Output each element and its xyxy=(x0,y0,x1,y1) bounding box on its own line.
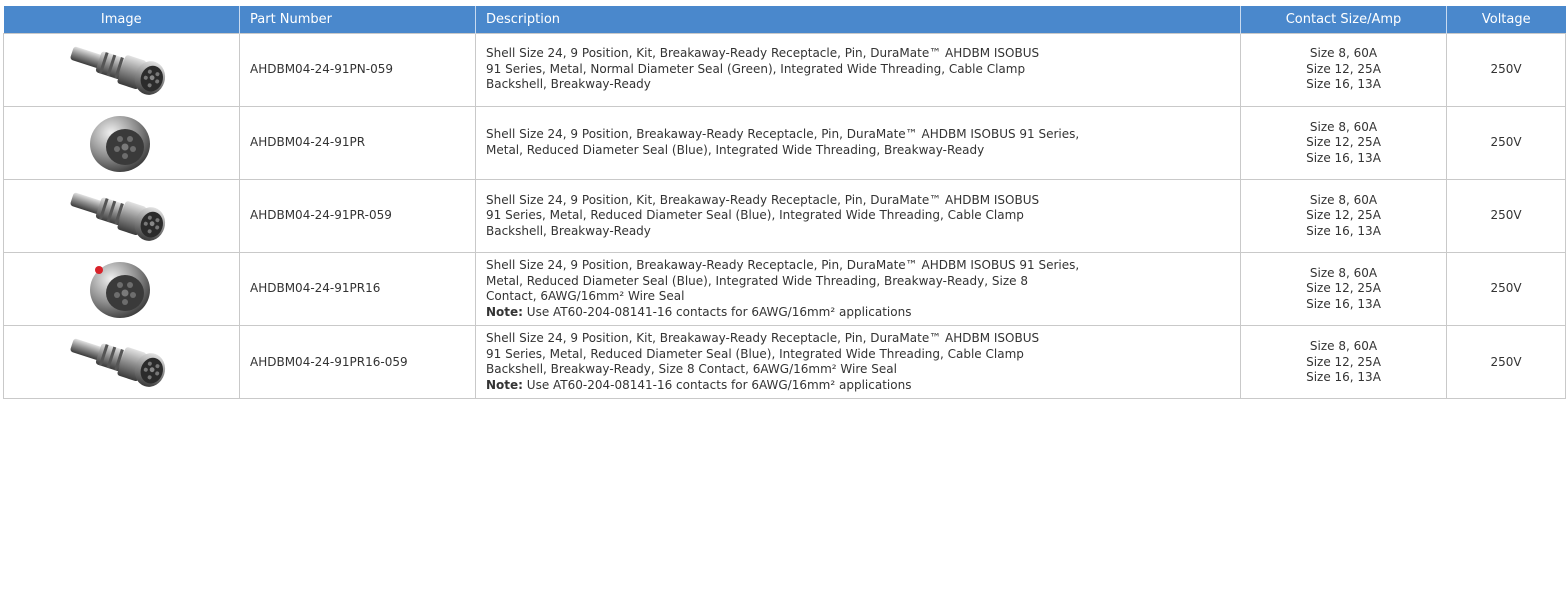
table-row: AHDBM04-24-91PR Shell Size 24, 9 Positio… xyxy=(3,105,1566,180)
table-header-row: Image Part Number Description Contact Si… xyxy=(3,6,1566,33)
column-header-description: Description xyxy=(475,6,1241,33)
description-line-3: Backshell, Breakway-Ready, Size 8 Contac… xyxy=(486,362,897,377)
description-line-3: Backshell, Breakway-Ready xyxy=(486,77,651,92)
part-number-cell[interactable]: AHDBM04-24-91PR xyxy=(239,105,476,180)
voltage-cell: 250V xyxy=(1446,105,1566,180)
note-label: Note: xyxy=(486,304,523,319)
product-image-cell[interactable] xyxy=(3,105,240,180)
contact-size-line-1: Size 8, 60A xyxy=(1309,46,1378,61)
voltage-value: 250V xyxy=(1490,354,1522,369)
part-number[interactable]: AHDBM04-24-91PN-059 xyxy=(250,62,393,76)
contact-size-amp-cell: Size 8, 60A Size 12, 25A Size 16, 13A xyxy=(1240,252,1447,327)
contact-size-line-3: Size 16, 13A xyxy=(1306,296,1381,311)
product-image-cell[interactable] xyxy=(3,252,240,327)
description-line-2: Metal, Reduced Diameter Seal (Blue), Int… xyxy=(486,273,1028,288)
voltage-cell: 250V xyxy=(1446,32,1566,107)
product-table: Image Part Number Description Contact Si… xyxy=(3,6,1566,400)
connector-receptacle-with-backshell-icon[interactable] xyxy=(63,184,181,248)
contact-size-line-1: Size 8, 60A xyxy=(1309,339,1378,354)
note-label: Note: xyxy=(486,377,523,392)
table-row: AHDBM04-24-91PR-059 Shell Size 24, 9 Pos… xyxy=(3,178,1566,254)
column-header-image: Image xyxy=(3,6,240,33)
contact-size-line-3: Size 16, 13A xyxy=(1306,77,1381,92)
part-number-cell[interactable]: AHDBM04-24-91PN-059 xyxy=(239,32,476,107)
description-line-1: Shell Size 24, 9 Position, Kit, Breakawa… xyxy=(486,331,1040,346)
description-line-2: 91 Series, Metal, Reduced Diameter Seal … xyxy=(486,346,1024,361)
contact-size-line-2: Size 12, 25A xyxy=(1306,135,1381,150)
column-header-voltage: Voltage xyxy=(1446,6,1566,33)
voltage-value: 250V xyxy=(1490,135,1522,150)
contact-size-amp-cell: Size 8, 60A Size 12, 25A Size 16, 13A xyxy=(1240,178,1447,254)
contact-size-amp-cell: Size 8, 60A Size 12, 25A Size 16, 13A xyxy=(1240,32,1447,107)
part-number-cell[interactable]: AHDBM04-24-91PR16-059 xyxy=(239,325,476,400)
contact-size-line-1: Size 8, 60A xyxy=(1309,119,1378,134)
description-line-2: 91 Series, Metal, Reduced Diameter Seal … xyxy=(486,208,1024,223)
contact-size-line-3: Size 16, 13A xyxy=(1306,223,1381,238)
description-line-1: Shell Size 24, 9 Position, Kit, Breakawa… xyxy=(486,192,1040,207)
description-cell: Shell Size 24, 9 Position, Kit, Breakawa… xyxy=(475,325,1241,400)
part-number[interactable]: AHDBM04-24-91PR16 xyxy=(250,281,380,295)
note-text: Use AT60-204-08141-16 contacts for 6AWG/… xyxy=(522,377,912,392)
voltage-cell: 250V xyxy=(1446,252,1566,327)
description-line-2: 91 Series, Metal, Normal Diameter Seal (… xyxy=(486,61,1026,76)
description-cell: Shell Size 24, 9 Position, Kit, Breakawa… xyxy=(475,178,1241,254)
connector-receptacle-with-backshell-icon[interactable] xyxy=(63,330,181,394)
table-row: AHDBM04-24-91PR16-059 Shell Size 24, 9 P… xyxy=(3,325,1566,400)
product-image-cell[interactable] xyxy=(3,178,240,254)
contact-size-line-3: Size 16, 13A xyxy=(1306,370,1381,385)
part-number[interactable]: AHDBM04-24-91PR-059 xyxy=(250,208,392,222)
description-line-1: Shell Size 24, 9 Position, Breakaway-Rea… xyxy=(486,258,1080,273)
contact-size-line-2: Size 12, 25A xyxy=(1306,281,1381,296)
description-note: Note: Use AT60-204-08141-16 contacts for… xyxy=(486,305,1230,321)
contact-size-line-2: Size 12, 25A xyxy=(1306,208,1381,223)
description-note: Note: Use AT60-204-08141-16 contacts for… xyxy=(486,378,1230,394)
column-header-contact-size-amp: Contact Size/Amp xyxy=(1240,6,1447,33)
part-number-cell[interactable]: AHDBM04-24-91PR-059 xyxy=(239,178,476,254)
connector-receptacle-red-marker-icon[interactable] xyxy=(82,256,162,322)
description-line-2: Metal, Reduced Diameter Seal (Blue), Int… xyxy=(486,142,985,157)
voltage-value: 250V xyxy=(1490,208,1522,223)
contact-size-line-1: Size 8, 60A xyxy=(1309,265,1378,280)
contact-size-amp-cell: Size 8, 60A Size 12, 25A Size 16, 13A xyxy=(1240,325,1447,400)
column-header-part-number: Part Number xyxy=(239,6,476,33)
description-cell: Shell Size 24, 9 Position, Kit, Breakawa… xyxy=(475,32,1241,107)
connector-receptacle-icon[interactable] xyxy=(82,110,162,176)
product-image-cell[interactable] xyxy=(3,32,240,107)
part-number[interactable]: AHDBM04-24-91PR xyxy=(250,135,365,149)
contact-size-line-1: Size 8, 60A xyxy=(1309,192,1378,207)
description-line-3: Backshell, Breakway-Ready xyxy=(486,223,651,238)
part-number[interactable]: AHDBM04-24-91PR16-059 xyxy=(250,355,408,369)
note-text: Use AT60-204-08141-16 contacts for 6AWG/… xyxy=(522,304,912,319)
description-line-3: Contact, 6AWG/16mm² Wire Seal xyxy=(486,289,685,304)
contact-size-line-2: Size 12, 25A xyxy=(1306,61,1381,76)
part-number-cell[interactable]: AHDBM04-24-91PR16 xyxy=(239,252,476,327)
description-cell: Shell Size 24, 9 Position, Breakaway-Rea… xyxy=(475,252,1241,327)
connector-receptacle-with-backshell-icon[interactable] xyxy=(63,38,181,102)
product-image-cell[interactable] xyxy=(3,325,240,400)
contact-size-line-2: Size 12, 25A xyxy=(1306,354,1381,369)
voltage-value: 250V xyxy=(1490,61,1522,76)
voltage-cell: 250V xyxy=(1446,178,1566,254)
description-line-1: Shell Size 24, 9 Position, Breakaway-Rea… xyxy=(486,127,1080,142)
voltage-value: 250V xyxy=(1490,281,1522,296)
table-row: AHDBM04-24-91PN-059 Shell Size 24, 9 Pos… xyxy=(3,32,1566,107)
table-row: AHDBM04-24-91PR16 Shell Size 24, 9 Posit… xyxy=(3,252,1566,327)
description-cell: Shell Size 24, 9 Position, Breakaway-Rea… xyxy=(475,105,1241,180)
voltage-cell: 250V xyxy=(1446,325,1566,400)
description-line-1: Shell Size 24, 9 Position, Kit, Breakawa… xyxy=(486,46,1040,61)
contact-size-amp-cell: Size 8, 60A Size 12, 25A Size 16, 13A xyxy=(1240,105,1447,180)
contact-size-line-3: Size 16, 13A xyxy=(1306,150,1381,165)
